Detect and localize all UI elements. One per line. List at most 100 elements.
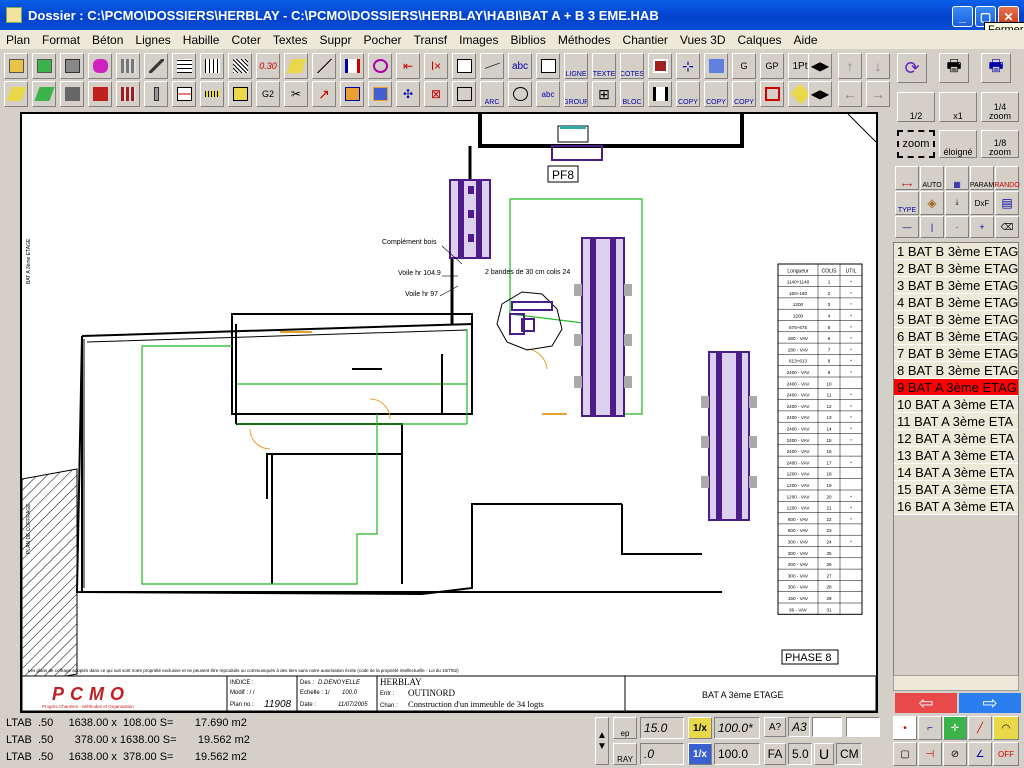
arrow-line-icon[interactable]: ↗ — [312, 81, 336, 107]
layer-item[interactable]: 12 BAT A 3ème ETA — [894, 430, 1018, 447]
mirror-tool-icon[interactable]: ◀▶ — [808, 53, 832, 79]
menu-textes[interactable]: Textes — [267, 33, 314, 47]
symbol-tool-icon[interactable] — [508, 81, 532, 107]
minimize-button[interactable]: _ — [952, 6, 973, 27]
ep-field[interactable]: 15.0 — [640, 717, 684, 739]
column-tool-icon[interactable] — [340, 53, 364, 79]
status-scroll[interactable]: ▲ ▼ — [595, 717, 609, 765]
right-arrow-icon[interactable]: → — [866, 81, 890, 107]
stair-tool-icon[interactable] — [116, 53, 140, 79]
menu-aide[interactable]: Aide — [788, 33, 824, 47]
menu-chantier[interactable]: Chantier — [617, 33, 674, 47]
thickness-030-button[interactable]: 0.30 — [256, 53, 280, 79]
book-icon[interactable]: ▤ — [995, 191, 1019, 215]
zoom-half-button[interactable]: 1/2 — [897, 92, 935, 122]
snap-line-icon[interactable]: ╱ — [968, 716, 992, 740]
g2-button[interactable]: G2 — [256, 81, 280, 107]
snap-perp-icon[interactable]: ∠ — [968, 742, 992, 766]
menu-habille[interactable]: Habille — [177, 33, 226, 47]
panel-tool-icon[interactable] — [704, 53, 728, 79]
copy2-button[interactable]: COPY — [704, 81, 728, 107]
snap-corner-icon[interactable]: ⌐ — [918, 716, 942, 740]
pillar-tool-icon[interactable] — [144, 81, 168, 107]
snap-center-icon[interactable]: ✛ — [943, 716, 967, 740]
scale-1x-button-2[interactable]: 1/x — [688, 743, 712, 765]
zoom-eloigne-button[interactable]: éloigné — [939, 130, 977, 158]
ray-button[interactable]: RAY — [613, 743, 637, 765]
plus-tool-icon[interactable]: ⊞ — [592, 81, 616, 107]
abc-abc-button[interactable]: abc — [536, 81, 560, 107]
grid-tool-icon[interactable] — [172, 53, 196, 79]
insert-tool-icon[interactable]: I× — [424, 53, 448, 79]
wall-tool-icon[interactable] — [4, 53, 28, 79]
layer-item[interactable]: 6 BAT B 3ème ETAG — [894, 328, 1018, 345]
group-button[interactable]: GROUP — [564, 81, 588, 107]
layer-item[interactable]: 11 BAT A 3ème ETA — [894, 413, 1018, 430]
bloc-button[interactable]: BLOC — [620, 81, 644, 107]
slab-tool-icon[interactable] — [32, 53, 56, 79]
ray-field[interactable]: .0 — [640, 743, 684, 765]
layer-item[interactable]: 1 BAT B 3ème ETAG — [894, 243, 1018, 260]
format-field[interactable]: A3 — [788, 717, 810, 737]
red-frame-icon[interactable] — [760, 81, 784, 107]
grid3-tool-icon[interactable] — [228, 53, 252, 79]
frame-tool-icon[interactable] — [452, 53, 476, 79]
move-tool-icon[interactable]: ⇤ — [396, 53, 420, 79]
layer-item[interactable]: 8 BAT B 3ème ETAG — [894, 362, 1018, 379]
fill-tool-icon[interactable] — [284, 53, 308, 79]
cross-icon[interactable]: + — [970, 216, 994, 238]
ep-button[interactable]: ep — [613, 717, 637, 739]
rando-button[interactable]: RANDO — [994, 166, 1020, 190]
slab2-tool-icon[interactable] — [32, 81, 56, 107]
snap-mid-icon[interactable]: ⊣ — [918, 742, 942, 766]
zoom-x1-button[interactable]: x1 — [939, 92, 977, 122]
up-arrow-icon[interactable]: ↑ — [838, 53, 862, 79]
zoom-quarter-button[interactable]: 1/4 zoom — [981, 92, 1019, 122]
layer-item[interactable]: 16 BAT A 3ème ETA — [894, 498, 1018, 515]
menu-lignes[interactable]: Lignes — [129, 33, 176, 47]
g-button[interactable]: G — [732, 53, 756, 79]
wall2-tool-icon[interactable] — [4, 81, 28, 107]
printer2-icon[interactable]: 🖶 — [981, 53, 1011, 83]
menu-plan[interactable]: Plan — [0, 33, 36, 47]
texte-button[interactable]: TEXTE — [592, 53, 616, 79]
h-line-icon[interactable]: — — [895, 216, 919, 238]
blank-field-1[interactable] — [812, 717, 842, 737]
cursor-tool-icon[interactable]: ⊹ — [676, 53, 700, 79]
layer-item[interactable]: 10 BAT A 3ème ETA — [894, 396, 1018, 413]
delete-tool-icon[interactable]: ⊠ — [424, 81, 448, 107]
type-button[interactable]: TYPE — [895, 191, 919, 215]
layer-scrollbar[interactable] — [893, 675, 1019, 691]
stair2-tool-icon[interactable] — [116, 81, 140, 107]
layer-item[interactable]: 14 BAT A 3ème ETA — [894, 464, 1018, 481]
drawing-canvas[interactable]: PF8 Complément bois Voile hr 104.9 Voile… — [20, 112, 878, 713]
layer-item[interactable]: 5 BAT B 3ème ETAG — [894, 311, 1018, 328]
prev-layer-arrow-icon[interactable]: ⇦ — [895, 693, 957, 713]
scroll-down-icon[interactable]: ▼ — [597, 741, 607, 752]
layer-item[interactable]: 3 BAT B 3ème ETAG — [894, 277, 1018, 294]
print-icon[interactable]: 🖶 — [939, 53, 969, 83]
copy3-button[interactable]: COPY — [732, 81, 756, 107]
grid-param-icon[interactable]: ▦ — [945, 166, 969, 190]
layer-item[interactable]: 2 BAT B 3ème ETAG — [894, 260, 1018, 277]
cotes-button[interactable]: COTES — [620, 53, 644, 79]
ruler-tool-icon[interactable] — [200, 81, 224, 107]
refresh-icon[interactable]: ⟳ — [897, 53, 927, 83]
snap-arc-icon[interactable]: ◠ — [993, 716, 1019, 740]
import-icon[interactable]: ⤓ — [945, 191, 969, 215]
beam-tool-icon[interactable] — [144, 53, 168, 79]
anchor-tool-icon[interactable] — [368, 81, 392, 107]
unit-button[interactable]: U — [814, 743, 834, 765]
scale-field-2[interactable]: 100.0 — [714, 743, 760, 765]
copy1-button[interactable]: COPY — [676, 81, 700, 107]
fa-field[interactable]: 5.0 — [788, 743, 812, 765]
menu-beton[interactable]: Béton — [86, 33, 129, 47]
scale-field[interactable]: 100.0* — [714, 717, 760, 739]
fa-button[interactable]: FA — [764, 743, 786, 765]
menu-methodes[interactable]: Méthodes — [552, 33, 617, 47]
v-line-icon[interactable]: | — [920, 216, 944, 238]
ligne-button[interactable]: LIGNE — [564, 53, 588, 79]
dxf-button[interactable]: DxF — [970, 191, 994, 215]
layer-item[interactable]: 15 BAT A 3ème ETA — [894, 481, 1018, 498]
layer-item[interactable]: 9 BAT A 3ème ETAG — [894, 379, 1018, 396]
